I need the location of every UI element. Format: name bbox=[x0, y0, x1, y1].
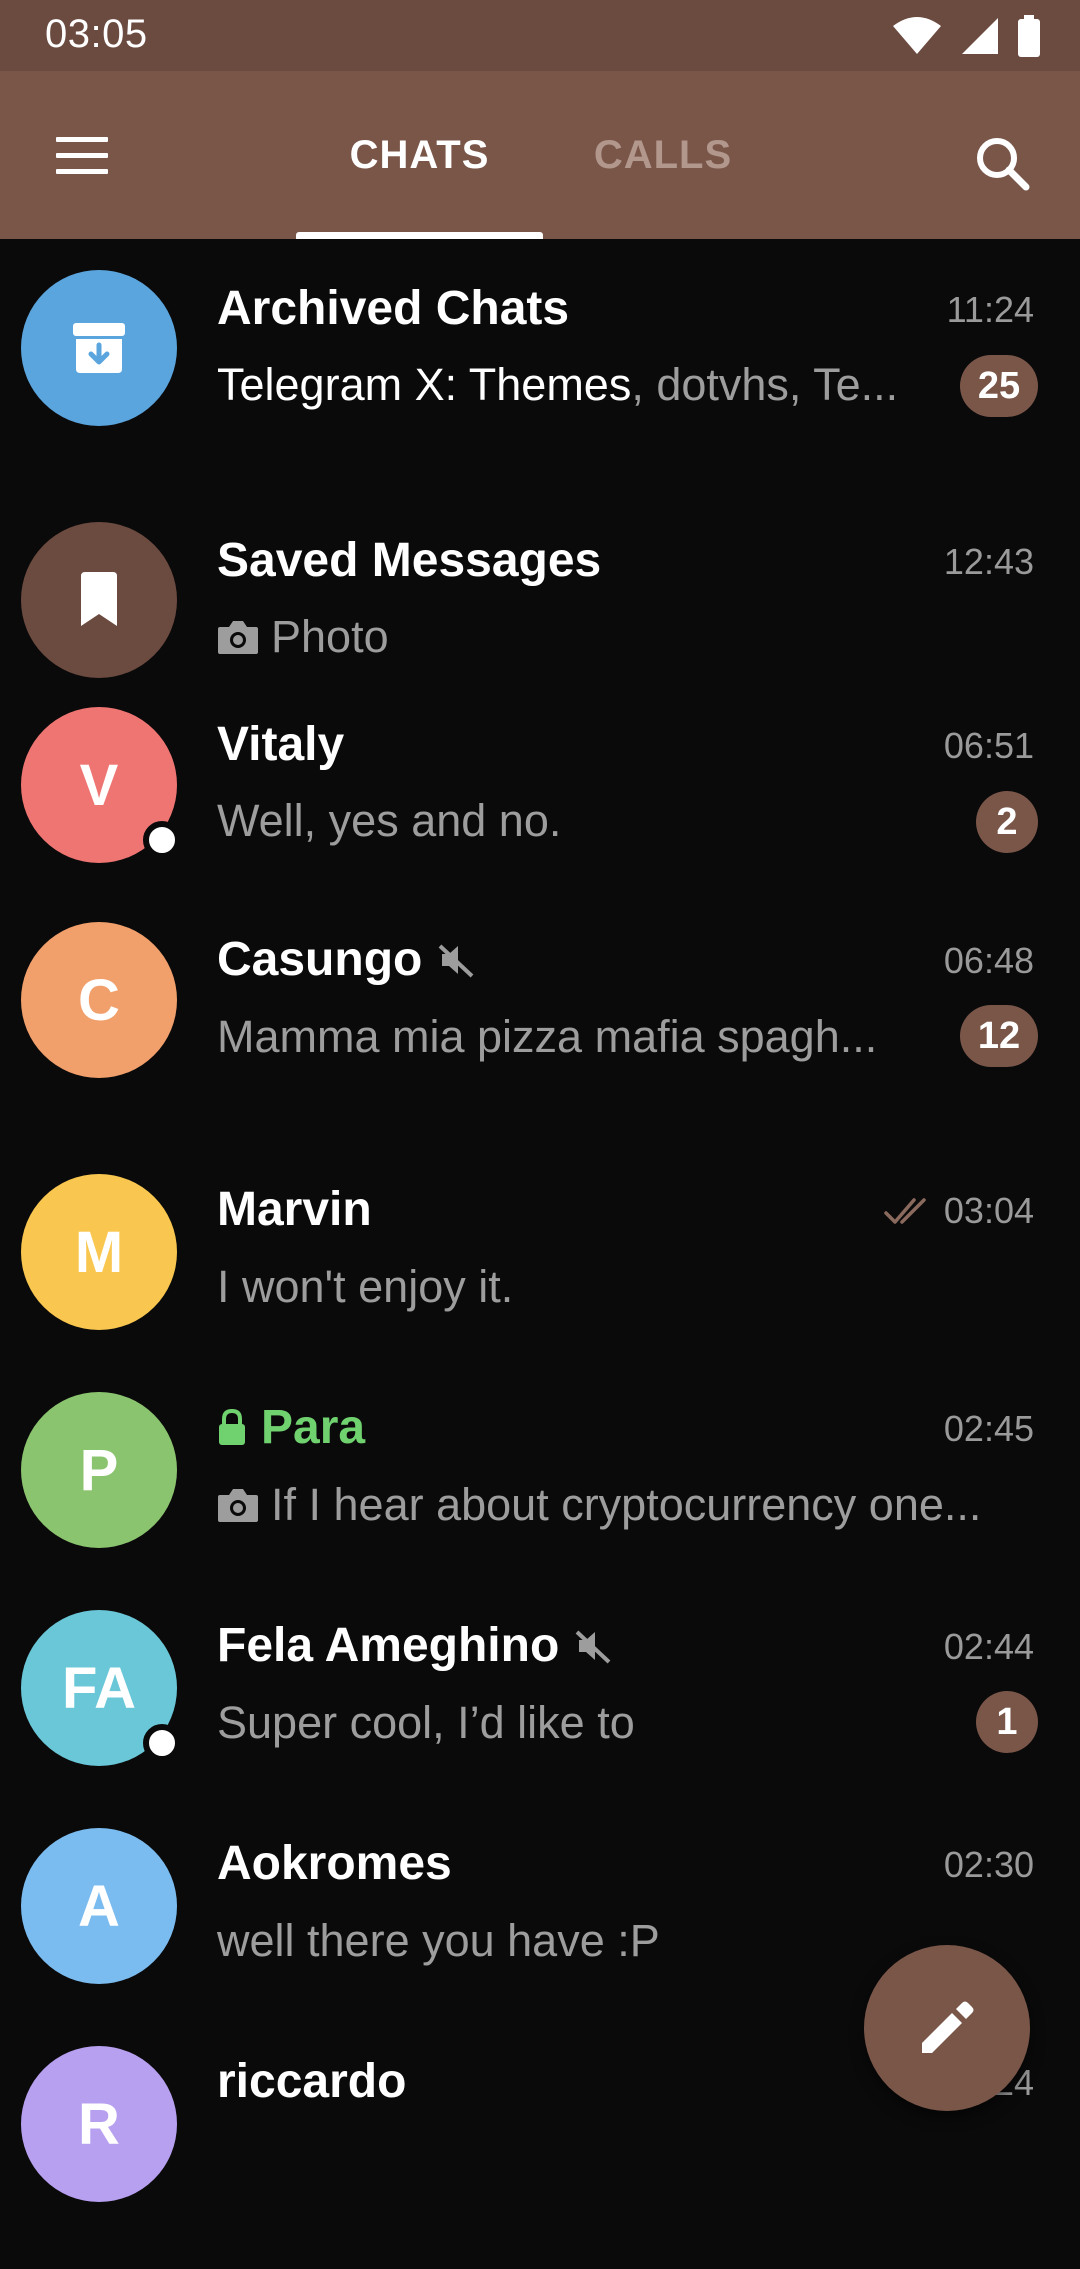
hamburger-icon bbox=[56, 137, 108, 142]
avatar: M bbox=[21, 1174, 177, 1330]
avatar bbox=[21, 522, 177, 678]
unread-badge: 25 bbox=[960, 355, 1038, 417]
chat-name: riccardo bbox=[217, 2055, 407, 2108]
search-button[interactable] bbox=[964, 125, 1044, 205]
chat-time: 12:43 bbox=[943, 541, 1034, 582]
chat-preview: Well, yes and no. bbox=[217, 795, 562, 846]
chat-row-archived[interactable]: Archived Chats 11:24 Telegram X: Themes,… bbox=[0, 239, 1080, 457]
chat-time: 06:51 bbox=[943, 725, 1034, 766]
chat-time: 03:04 bbox=[884, 1190, 1034, 1232]
avatar: P bbox=[21, 1392, 177, 1548]
unread-badge: 12 bbox=[960, 1005, 1038, 1067]
chat-name: Fela Ameghino bbox=[217, 1618, 613, 1673]
chat-preview: well there you have :P bbox=[217, 1915, 660, 1966]
menu-button[interactable] bbox=[48, 128, 120, 188]
muted-icon bbox=[438, 944, 474, 977]
status-icons bbox=[892, 14, 1040, 58]
avatar: R bbox=[21, 2046, 177, 2202]
chat-preview: Mamma mia pizza mafia spagh... bbox=[217, 1011, 878, 1062]
chat-preview: If I hear about cryptocurrency one... bbox=[217, 1479, 981, 1531]
cellular-signal-icon bbox=[962, 18, 998, 54]
wifi-icon bbox=[893, 17, 941, 54]
compose-button[interactable] bbox=[864, 1945, 1030, 2111]
chat-preview: Photo bbox=[217, 611, 389, 663]
chat-row-casungo[interactable]: C Casungo 06:48 Mamma mia pizza mafia sp… bbox=[0, 922, 1080, 1145]
chat-time: 11:24 bbox=[946, 289, 1034, 330]
avatar bbox=[21, 270, 177, 426]
tab-chats[interactable]: CHATS bbox=[296, 71, 543, 239]
avatar: A bbox=[21, 1828, 177, 1984]
chat-row-saved-messages[interactable]: Saved Messages 12:43 Photo bbox=[0, 491, 1080, 709]
active-tab-indicator bbox=[296, 232, 543, 239]
archive-icon bbox=[73, 323, 125, 373]
unread-badge: 1 bbox=[976, 1691, 1038, 1753]
chat-name: Para bbox=[217, 1400, 365, 1455]
avatar: V bbox=[21, 707, 181, 863]
online-indicator bbox=[143, 821, 181, 859]
chat-time: 02:44 bbox=[943, 1626, 1034, 1667]
chat-row-vitaly[interactable]: V Vitaly 06:51 Well, yes and no. 2 bbox=[0, 707, 1080, 927]
camera-icon bbox=[218, 621, 258, 654]
chat-name: Saved Messages bbox=[217, 534, 602, 587]
pencil-icon bbox=[922, 2001, 974, 2053]
search-icon bbox=[977, 138, 1030, 191]
chat-name: Casungo bbox=[217, 932, 476, 987]
chat-row-marvin[interactable]: M Marvin 03:04 I won't enjoy it. bbox=[0, 1174, 1080, 1397]
chat-time: 02:45 bbox=[943, 1408, 1034, 1449]
lock-icon bbox=[219, 1408, 245, 1445]
chat-row-fela-ameghino[interactable]: FA Fela Ameghino 02:44 Super cool, I’d l… bbox=[0, 1610, 1080, 1833]
chat-preview: I won't enjoy it. bbox=[217, 1261, 514, 1312]
camera-icon bbox=[218, 1489, 258, 1522]
chat-name: Marvin bbox=[217, 1183, 372, 1236]
chat-name: Vitaly bbox=[217, 718, 345, 771]
app-bar: CHATS CALLS bbox=[0, 71, 1080, 239]
chat-preview: Telegram X: Themes, dotvhs, Te... bbox=[217, 359, 899, 410]
battery-icon bbox=[1018, 15, 1040, 57]
chat-name: Archived Chats bbox=[217, 282, 570, 335]
status-time: 03:05 bbox=[45, 12, 148, 56]
avatar: FA bbox=[21, 1610, 181, 1766]
chat-row-para[interactable]: P Para 02:45 If I hear about cryptocurre… bbox=[0, 1392, 1080, 1615]
bookmark-icon bbox=[81, 572, 117, 626]
muted-icon bbox=[575, 1630, 611, 1663]
chat-time: 02:30 bbox=[943, 1844, 1034, 1885]
chat-preview: Super cool, I’d like to bbox=[217, 1697, 635, 1748]
tab-calls[interactable]: CALLS bbox=[560, 71, 766, 239]
avatar: C bbox=[21, 922, 177, 1078]
status-bar: 03:05 bbox=[0, 0, 1080, 71]
double-check-icon bbox=[884, 1198, 926, 1224]
unread-badge: 2 bbox=[976, 791, 1038, 853]
chat-time: 06:48 bbox=[943, 940, 1034, 981]
chat-name: Aokromes bbox=[217, 1837, 452, 1890]
online-indicator bbox=[143, 1724, 181, 1762]
